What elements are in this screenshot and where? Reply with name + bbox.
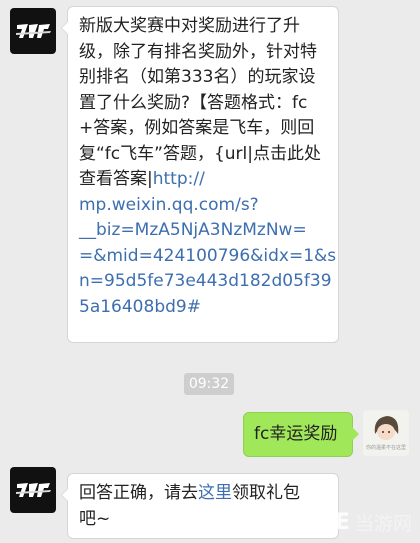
watermark-logo: 3HE (299, 509, 351, 535)
watermark-text: 当游网 (354, 512, 412, 535)
answer-link-line[interactable]: mp.weixin.qq.com/s? (79, 193, 328, 219)
message-line: 级，除了有排名奖励外，针对特 (79, 41, 317, 62)
message-line-with-link: 查看答案|http:// (79, 167, 328, 193)
message-line: 复“fc飞车”答题，{url|点击此处 (79, 143, 321, 164)
answer-link[interactable]: http:// (153, 169, 205, 189)
answer-link-line[interactable]: =&mid=424100796&idx=1&s (79, 244, 336, 270)
avatar-caption: 你的温柔不在这里 (365, 445, 406, 451)
gift-link[interactable]: 这里 (198, 483, 232, 503)
message-text: 回答正确，请去 (79, 483, 198, 503)
message-line-with-link: 回答正确，请去这里领取礼包 (79, 481, 328, 507)
message-line: 新版大奖赛中对奖励进行了升 (79, 16, 300, 36)
message-line: +答案，例如答案是飞车，则回 (79, 118, 315, 138)
answer-link-line[interactable]: n=95d5fe73e443d182d05f39 (79, 269, 332, 295)
user-avatar[interactable]: 你的温柔不在这里 (363, 410, 409, 456)
message-text: 领取礼包 (232, 483, 300, 503)
bot-avatar[interactable] (10, 8, 56, 54)
message-line: 别排名（如第333名）的玩家设 (79, 67, 316, 87)
qq-speed-logo-icon (16, 483, 51, 497)
message-line: 吧~ (79, 508, 111, 529)
bot-avatar[interactable] (10, 467, 56, 513)
site-watermark: 3HE 当游网 (299, 507, 412, 537)
message-line: 置了什么奖励?【答题格式：fc (79, 92, 308, 113)
bot-message-bubble: 回答正确，请去这里领取礼包 吧~ (61, 473, 339, 539)
user-message-bubble: fc幸运奖励 (243, 412, 359, 457)
answer-link-line[interactable]: __biz=MzA5NjA3NzMzNw= (79, 218, 328, 244)
bot-message-bubble: 新版大奖赛中对奖励进行了升 级，除了有排名奖励外，针对特 别排名（如第333名）… (61, 6, 339, 343)
answer-link-line[interactable]: 5a16408bd9# (79, 295, 328, 321)
message-text: 查看答案| (79, 169, 153, 189)
message-timestamp: 09:32 (184, 373, 234, 395)
qq-speed-logo-icon (16, 24, 51, 38)
